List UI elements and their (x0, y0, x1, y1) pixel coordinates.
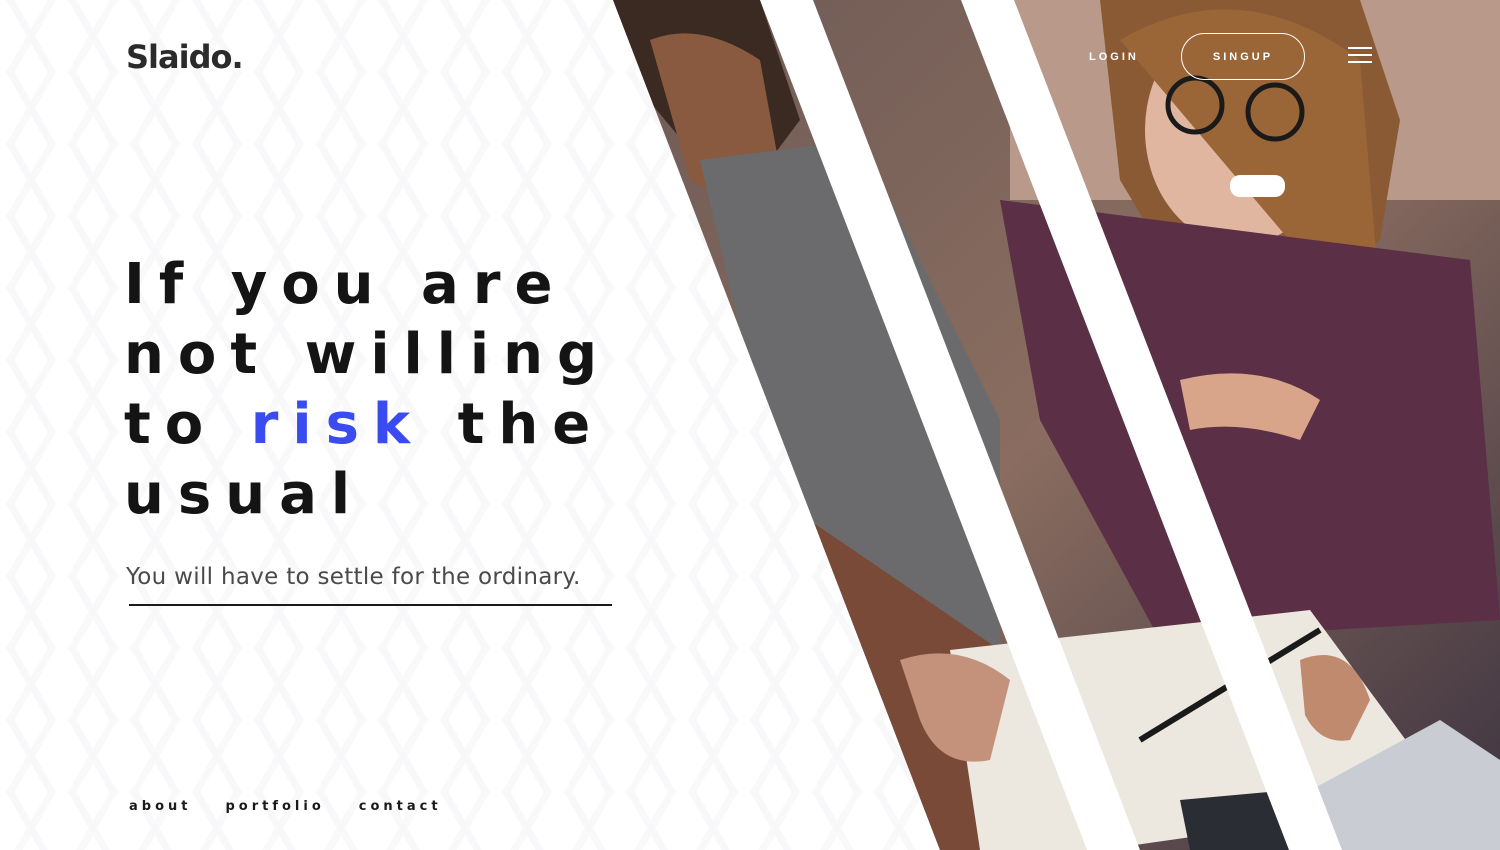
footer-link-portfolio[interactable]: portfolio (225, 799, 324, 814)
hamburger-menu-icon[interactable] (1348, 47, 1372, 65)
menu-bar (1348, 47, 1372, 49)
subline-underline (129, 604, 612, 606)
headline-accent-word: risk (250, 392, 425, 457)
headline-line-3: to risk the (124, 390, 644, 460)
signup-button-label: SINGUP (1212, 50, 1274, 63)
footer-link-contact[interactable]: contact (359, 799, 442, 814)
hero-headline: If you are not willing to risk the usual (124, 250, 644, 530)
headline-line-3-start: to (124, 392, 251, 457)
headline-line-3-end: the (424, 392, 605, 457)
menu-bar (1348, 61, 1372, 63)
hero-subline: You will have to settle for the ordinary… (126, 564, 581, 590)
signup-button[interactable]: SINGUP (1181, 33, 1305, 80)
footer-link-about[interactable]: about (129, 799, 191, 814)
headline-line-1: If you are (124, 252, 567, 317)
menu-bar (1348, 54, 1372, 56)
headline-line-4: usual (124, 462, 365, 527)
login-link[interactable]: LOGIN (1089, 51, 1139, 63)
footer-nav: about portfolio contact (129, 799, 476, 814)
brand-logo[interactable]: Slaido. (126, 38, 244, 76)
headline-line-2: not willing (124, 322, 612, 387)
